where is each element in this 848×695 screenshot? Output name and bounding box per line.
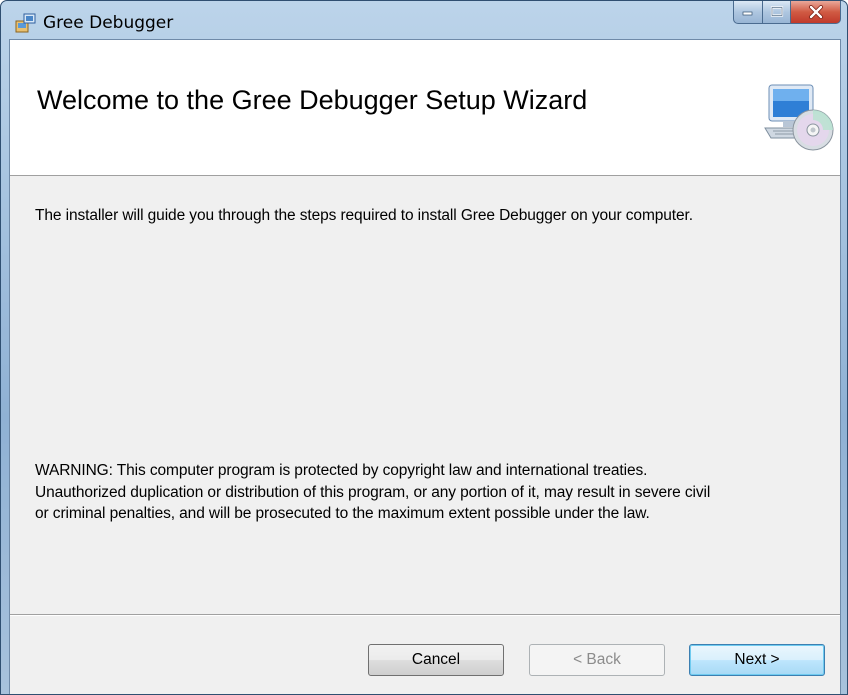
warning-line: Unauthorized duplication or distribution… bbox=[35, 483, 711, 501]
caption-buttons bbox=[733, 1, 841, 25]
minimize-icon bbox=[742, 11, 753, 16]
close-icon bbox=[808, 5, 823, 19]
back-button[interactable]: < Back bbox=[529, 644, 665, 676]
installer-window: Gree Debugger Welcome to the Gree Debugg… bbox=[0, 0, 848, 695]
close-button[interactable] bbox=[791, 1, 841, 24]
wizard-title: Welcome to the Gree Debugger Setup Wizar… bbox=[37, 85, 588, 115]
cancel-button[interactable]: Cancel bbox=[368, 644, 504, 676]
warning-line: or criminal penalties, and will be prose… bbox=[35, 505, 650, 522]
wizard-client-area: Welcome to the Gree Debugger Setup Wizar… bbox=[9, 39, 841, 694]
next-button[interactable]: Next > bbox=[689, 644, 825, 676]
warning-line: WARNING: This computer program is protec… bbox=[35, 462, 648, 479]
maximize-icon bbox=[770, 6, 783, 17]
computer-cd-icon bbox=[763, 82, 835, 154]
window-title: Gree Debugger bbox=[43, 13, 174, 33]
button-divider bbox=[10, 614, 840, 616]
title-bar[interactable]: Gree Debugger bbox=[1, 1, 847, 39]
installer-app-icon bbox=[15, 12, 37, 34]
minimize-button[interactable] bbox=[733, 1, 763, 24]
maximize-button[interactable] bbox=[763, 1, 791, 24]
copyright-warning: WARNING: This computer program is protec… bbox=[35, 460, 835, 525]
intro-text: The installer will guide you through the… bbox=[35, 207, 693, 224]
wizard-banner: Welcome to the Gree Debugger Setup Wizar… bbox=[10, 40, 840, 176]
